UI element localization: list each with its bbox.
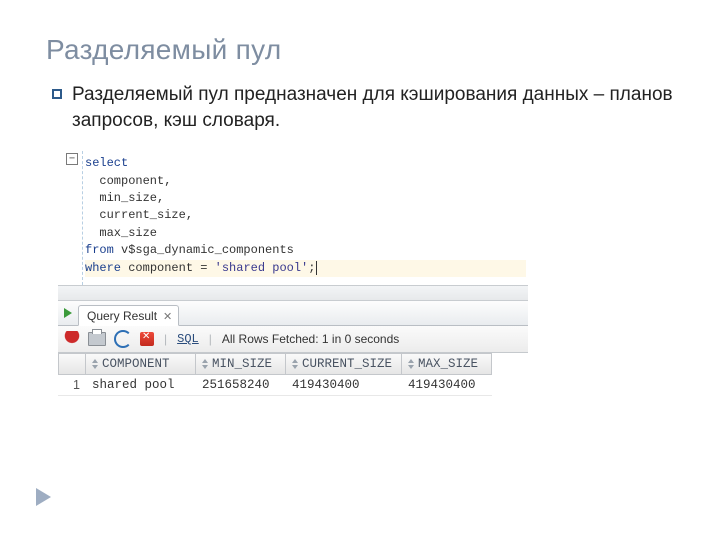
sql-line[interactable]: select (85, 155, 526, 172)
sql-line[interactable]: max_size (85, 225, 526, 242)
tab-label: Query Result (87, 309, 157, 323)
row-number-header (58, 353, 86, 375)
row-number: 1 (58, 375, 86, 396)
table-row[interactable]: 1shared pool251658240419430400419430400 (58, 375, 528, 396)
sql-line[interactable]: min_size, (85, 190, 526, 207)
tab-query-result[interactable]: Query Result ✕ (78, 305, 179, 326)
column-header[interactable]: MAX_SIZE (402, 353, 492, 375)
sort-icon[interactable] (92, 359, 98, 369)
panel-divider (58, 285, 528, 301)
column-header[interactable]: CURRENT_SIZE (286, 353, 402, 375)
pin-icon[interactable] (64, 331, 80, 347)
cell: 251658240 (196, 375, 286, 396)
run-icon[interactable] (64, 308, 72, 318)
results-grid: COMPONENT MIN_SIZE CURRENT_SIZE MAX_SIZE 1s… (58, 353, 528, 396)
column-header[interactable]: MIN_SIZE (196, 353, 286, 375)
sql-line[interactable]: from v$sga_dynamic_components (85, 242, 526, 259)
column-header[interactable]: COMPONENT (86, 353, 196, 375)
sort-icon[interactable] (292, 359, 298, 369)
column-label: COMPONENT (102, 357, 170, 371)
slide-title: Разделяемый пул (46, 34, 674, 66)
cell: 419430400 (286, 375, 402, 396)
results-toolbar: | SQL | All Rows Fetched: 1 in 0 seconds (58, 326, 528, 353)
sql-line[interactable]: where component = 'shared pool'; (85, 260, 526, 277)
column-label: MIN_SIZE (212, 357, 272, 371)
fetch-status: All Rows Fetched: 1 in 0 seconds (222, 332, 399, 346)
sql-line[interactable]: component, (85, 173, 526, 190)
print-icon[interactable] (88, 332, 106, 346)
bullet-text: Разделяемый пул предназначен для кэширов… (72, 82, 674, 133)
sort-icon[interactable] (408, 359, 414, 369)
bullet-marker-icon (52, 89, 62, 99)
refresh-icon[interactable] (114, 330, 132, 348)
next-slide-icon[interactable] (36, 488, 51, 506)
delete-icon[interactable] (140, 332, 154, 346)
cell: shared pool (86, 375, 196, 396)
sql-line[interactable]: current_size, (85, 207, 526, 224)
results-tabbar: Query Result ✕ (58, 301, 528, 326)
column-label: CURRENT_SIZE (302, 357, 392, 371)
screenshot-panel: − select component, min_size, current_si… (58, 151, 528, 396)
fold-toggle-icon[interactable]: − (66, 153, 78, 165)
sort-icon[interactable] (202, 359, 208, 369)
sql-editor[interactable]: − select component, min_size, current_si… (82, 151, 528, 285)
cell: 419430400 (402, 375, 492, 396)
column-label: MAX_SIZE (418, 357, 478, 371)
close-icon[interactable]: ✕ (163, 310, 172, 323)
bullet-item: Разделяемый пул предназначен для кэширов… (52, 82, 674, 133)
sql-link[interactable]: SQL (177, 332, 199, 346)
